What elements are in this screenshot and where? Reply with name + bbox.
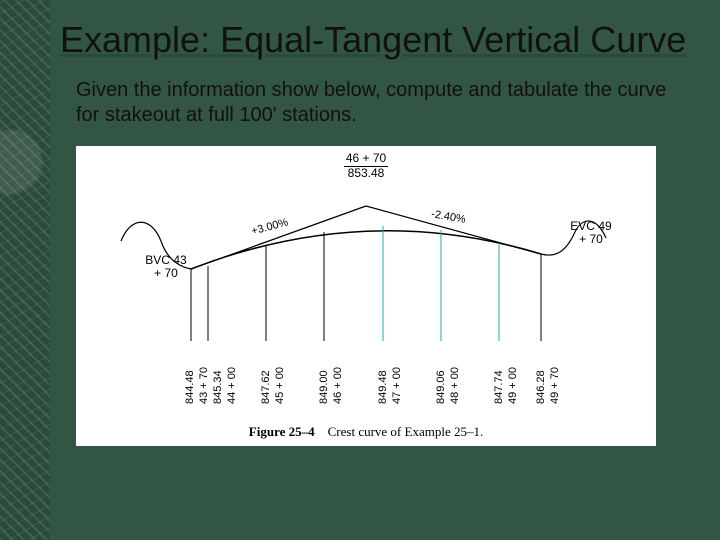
sta-2: 45 + 00 [274, 334, 286, 404]
bvc-label: BVC 43 + 70 [141, 254, 191, 280]
slide-body-text: Given the information show below, comput… [76, 78, 684, 128]
sta-5: 48 + 00 [449, 334, 461, 404]
bvc-text: BVC [145, 253, 170, 267]
evc-label: EVC 49 + 70 [566, 220, 616, 246]
sta-6: 49 + 00 [507, 334, 519, 404]
pvi-station: 46 + 70 [344, 152, 388, 165]
figure-caption-rest: Crest curve of Example 25–1. [328, 424, 484, 439]
sta-0: 43 + 70 [198, 334, 210, 404]
sta-1: 44 + 00 [226, 334, 238, 404]
elev-5: 849.06 [435, 334, 447, 404]
elev-4: 849.48 [377, 334, 389, 404]
slide-side-texture [0, 0, 50, 540]
sta-3: 46 + 00 [332, 334, 344, 404]
evc-text: EVC [570, 219, 595, 233]
curve-svg [76, 146, 656, 446]
elev-3: 849.00 [318, 334, 330, 404]
pvi-elevation: 853.48 [344, 166, 388, 180]
slide-title: Example: Equal-Tangent Vertical Curve [60, 20, 700, 60]
elev-1: 845.34 [212, 334, 224, 404]
elev-7: 846.28 [535, 334, 547, 404]
sta-7: 49 + 70 [549, 334, 561, 404]
elev-6: 847.74 [493, 334, 505, 404]
elev-2: 847.62 [260, 334, 272, 404]
sta-4: 47 + 00 [391, 334, 403, 404]
crest-curve-figure: 46 + 70 853.48 BVC 43 + 70 EVC 49 + 70 +… [76, 146, 656, 446]
figure-caption: Figure 25–4 Crest curve of Example 25–1. [76, 424, 656, 440]
figure-caption-bold: Figure 25–4 [249, 424, 315, 439]
pvi-label: 46 + 70 853.48 [344, 152, 388, 180]
elev-0: 844.48 [184, 334, 196, 404]
slide-content: Example: Equal-Tangent Vertical Curve Gi… [60, 20, 700, 446]
